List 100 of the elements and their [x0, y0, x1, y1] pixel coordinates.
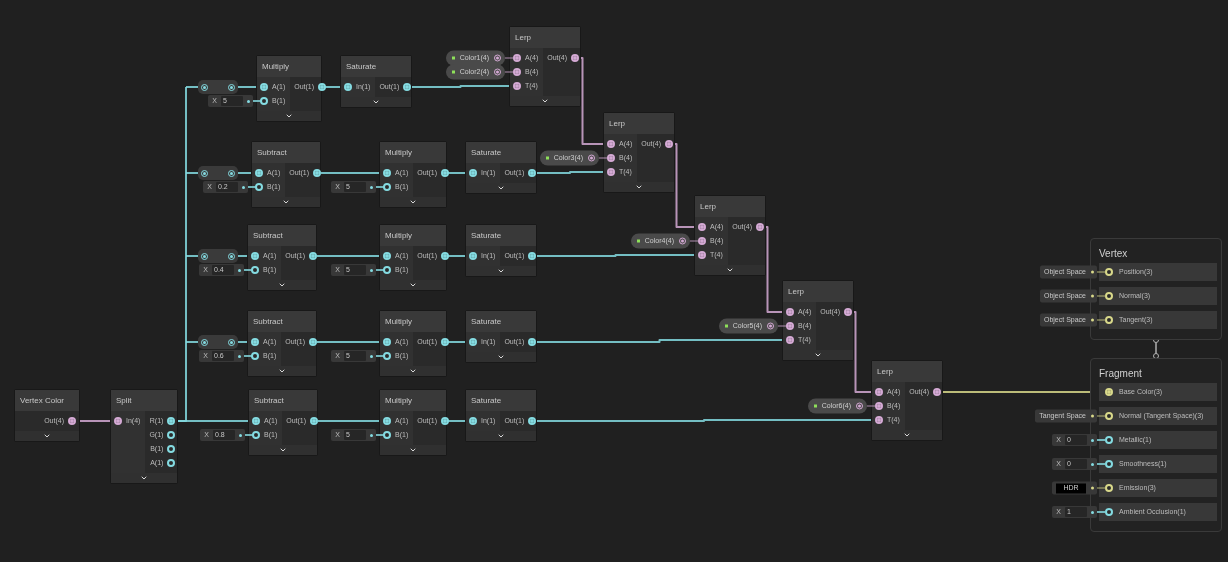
port-icon[interactable]	[403, 83, 412, 91]
chevron-down-icon	[497, 267, 505, 275]
port-icon[interactable]	[344, 83, 352, 91]
port-icon[interactable]	[441, 417, 450, 425]
port-icon[interactable]	[1105, 508, 1113, 516]
port-icon[interactable]	[251, 352, 259, 360]
port-icon[interactable]	[607, 140, 615, 148]
port-icon[interactable]	[756, 223, 765, 231]
port-icon[interactable]	[310, 417, 319, 425]
port-icon[interactable]	[383, 169, 391, 177]
port-icon[interactable]	[441, 169, 450, 177]
port-icon[interactable]	[1105, 388, 1113, 396]
port-icon[interactable]	[383, 352, 391, 360]
node-title: Lerp	[695, 196, 765, 217]
node-title: Multiply	[257, 56, 321, 77]
node-title: Saturate	[466, 390, 536, 411]
port-icon[interactable]	[252, 417, 260, 425]
port-icon[interactable]	[114, 417, 122, 425]
port-icon[interactable]	[383, 431, 391, 439]
port-icon[interactable]	[167, 431, 176, 439]
port-icon[interactable]	[571, 54, 580, 62]
port-icon[interactable]	[313, 169, 322, 177]
node-title: Saturate	[341, 56, 411, 77]
port-icon[interactable]	[1105, 484, 1113, 492]
node-title: Lerp	[510, 27, 580, 48]
port-icon[interactable]	[68, 417, 76, 425]
port-icon[interactable]	[1105, 292, 1113, 300]
port-icon[interactable]	[469, 338, 477, 346]
port-icon[interactable]	[1105, 268, 1113, 276]
port-icon[interactable]	[383, 417, 391, 425]
port-icon[interactable]	[469, 252, 477, 260]
reroute-node[interactable]	[198, 80, 238, 94]
port-icon[interactable]	[260, 83, 268, 91]
chevron-down-icon	[282, 198, 290, 206]
port-icon[interactable]	[441, 252, 450, 260]
port-icon[interactable]	[251, 252, 259, 260]
port-icon[interactable]	[469, 169, 477, 177]
port-icon[interactable]	[255, 169, 263, 177]
chevron-down-icon	[497, 353, 505, 361]
port-icon[interactable]	[383, 266, 391, 274]
port-icon[interactable]	[698, 223, 706, 231]
port-icon[interactable]	[167, 417, 176, 425]
port-icon[interactable]	[383, 252, 391, 260]
port-icon[interactable]	[528, 338, 537, 346]
node-title: Split	[111, 390, 177, 411]
port-icon[interactable]	[698, 237, 706, 245]
reroute-node[interactable]	[198, 166, 238, 180]
port-icon[interactable]	[1105, 412, 1113, 420]
port-icon[interactable]	[383, 183, 391, 191]
port-icon[interactable]	[528, 417, 537, 425]
port-icon[interactable]	[513, 68, 521, 76]
port-icon[interactable]	[383, 338, 391, 346]
chevron-down-icon	[814, 351, 822, 359]
chevron-down-icon	[140, 474, 148, 482]
port-icon[interactable]	[844, 308, 853, 316]
port-icon[interactable]	[528, 252, 537, 260]
chevron-down-icon	[278, 367, 286, 375]
port-icon[interactable]	[875, 416, 883, 424]
port-icon[interactable]	[255, 183, 263, 191]
port-icon[interactable]	[252, 431, 260, 439]
port-icon[interactable]	[786, 336, 794, 344]
reroute-node[interactable]	[198, 335, 238, 349]
port-icon[interactable]	[167, 445, 176, 453]
port-icon[interactable]	[786, 308, 794, 316]
node-title: Saturate	[466, 142, 536, 163]
reroute-node[interactable]	[198, 249, 238, 263]
node-title: Lerp	[783, 281, 853, 302]
port-icon[interactable]	[875, 388, 883, 396]
port-icon[interactable]	[786, 322, 794, 330]
chevron-down-icon	[635, 183, 643, 191]
port-icon[interactable]	[441, 338, 450, 346]
node-title: Multiply	[380, 142, 446, 163]
port-icon[interactable]	[1105, 460, 1113, 468]
chevron-down-icon	[285, 112, 293, 120]
port-icon[interactable]	[1105, 436, 1113, 444]
port-icon[interactable]	[251, 266, 259, 274]
port-icon[interactable]	[607, 168, 615, 176]
port-icon[interactable]	[309, 338, 318, 346]
port-icon[interactable]	[309, 252, 318, 260]
port-icon[interactable]	[875, 402, 883, 410]
node-title: Multiply	[380, 225, 446, 246]
port-icon[interactable]	[318, 83, 327, 91]
port-icon[interactable]	[528, 169, 537, 177]
chevron-down-icon	[278, 281, 286, 289]
port-icon[interactable]	[167, 459, 176, 467]
port-icon[interactable]	[698, 251, 706, 259]
port-icon[interactable]	[607, 154, 615, 162]
port-icon[interactable]	[513, 82, 521, 90]
chevron-down-icon	[279, 446, 287, 454]
node-title: Subtract	[248, 225, 316, 246]
chevron-down-icon	[726, 266, 734, 274]
port-icon[interactable]	[513, 54, 521, 62]
port-icon[interactable]	[933, 388, 942, 396]
node-title: Subtract	[249, 390, 317, 411]
port-icon[interactable]	[251, 338, 259, 346]
port-icon[interactable]	[260, 97, 268, 105]
port-icon[interactable]	[665, 140, 674, 148]
port-icon[interactable]	[1105, 316, 1113, 324]
port-icon[interactable]	[469, 417, 477, 425]
node-title: Vertex Color	[15, 390, 79, 411]
